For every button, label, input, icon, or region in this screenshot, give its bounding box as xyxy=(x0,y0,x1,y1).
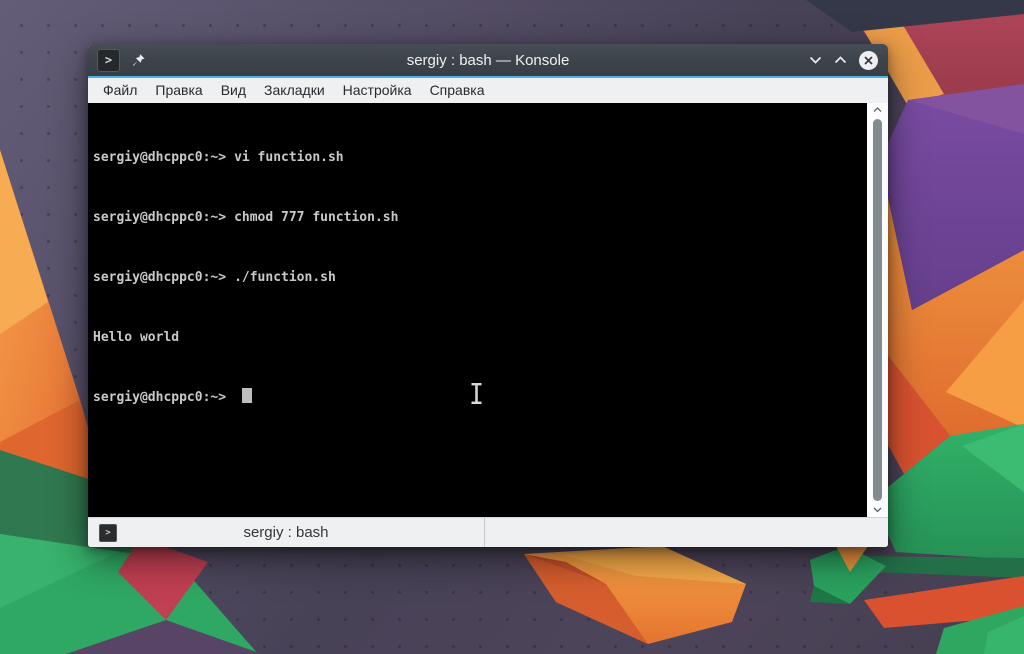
konsole-app-icon[interactable]: > xyxy=(97,48,120,72)
terminal-line: sergiy@dhcppc0:~> chmod 777 function.sh xyxy=(93,208,867,228)
terminal-prompt-glyph: > xyxy=(104,53,113,67)
shell-prompt: sergiy@dhcppc0:~> xyxy=(93,390,227,405)
menu-item-help[interactable]: Справка xyxy=(421,78,494,103)
pin-icon[interactable] xyxy=(131,53,146,68)
shell-command: vi function.sh xyxy=(234,150,344,165)
menu-item-edit[interactable]: Правка xyxy=(146,78,211,103)
terminal-output-area[interactable]: sergiy@dhcppc0:~> vi function.sh sergiy@d… xyxy=(88,103,867,517)
close-icon xyxy=(864,55,873,65)
desktop: > sergiy : bash — Konsole Файл Правка Ви… xyxy=(0,0,1024,654)
command-output: Hello world xyxy=(93,330,180,345)
terminal-prompt-glyph: > xyxy=(105,527,111,538)
scrollbar-thumb[interactable] xyxy=(873,119,882,501)
menu-item-bookmarks[interactable]: Закладки xyxy=(255,78,334,103)
shell-prompt: sergiy@dhcppc0:~> xyxy=(93,270,227,285)
terminal-line: sergiy@dhcppc0:~> ./function.sh xyxy=(93,268,867,288)
mouse-ibeam-cursor xyxy=(469,382,484,410)
terminal-line: Hello world xyxy=(93,328,867,348)
tab-sergiy-bash[interactable]: > sergiy : bash xyxy=(88,518,485,547)
maximize-button[interactable] xyxy=(834,56,847,64)
shell-command: ./function.sh xyxy=(234,270,336,285)
terminal-line: sergiy@dhcppc0:~> vi function.sh xyxy=(93,148,867,168)
shell-prompt: sergiy@dhcppc0:~> xyxy=(93,210,227,225)
menu-item-file[interactable]: Файл xyxy=(94,78,146,103)
scroll-down-arrow-icon[interactable] xyxy=(873,503,882,517)
konsole-window: > sergiy : bash — Konsole Файл Правка Ви… xyxy=(88,44,888,547)
close-button[interactable] xyxy=(859,50,878,70)
menu-item-view[interactable]: Вид xyxy=(212,78,255,103)
shell-command: chmod 777 function.sh xyxy=(234,210,399,225)
terminal-scrollbar[interactable] xyxy=(867,103,888,517)
scroll-up-arrow-icon[interactable] xyxy=(873,103,882,117)
tabbar: > sergiy : bash xyxy=(88,517,888,547)
tab-label: sergiy : bash xyxy=(243,524,329,541)
window-title: sergiy : bash — Konsole xyxy=(406,51,570,69)
menubar: Файл Правка Вид Закладки Настройка Справ… xyxy=(88,78,888,103)
tabbar-empty-space[interactable] xyxy=(485,518,888,547)
terminal-block-cursor xyxy=(242,388,253,403)
titlebar[interactable]: > sergiy : bash — Konsole xyxy=(88,44,888,76)
minimize-button[interactable] xyxy=(809,56,822,64)
menu-item-settings[interactable]: Настройка xyxy=(334,78,421,103)
konsole-tab-icon: > xyxy=(99,523,117,542)
shell-prompt: sergiy@dhcppc0:~> xyxy=(93,150,227,165)
